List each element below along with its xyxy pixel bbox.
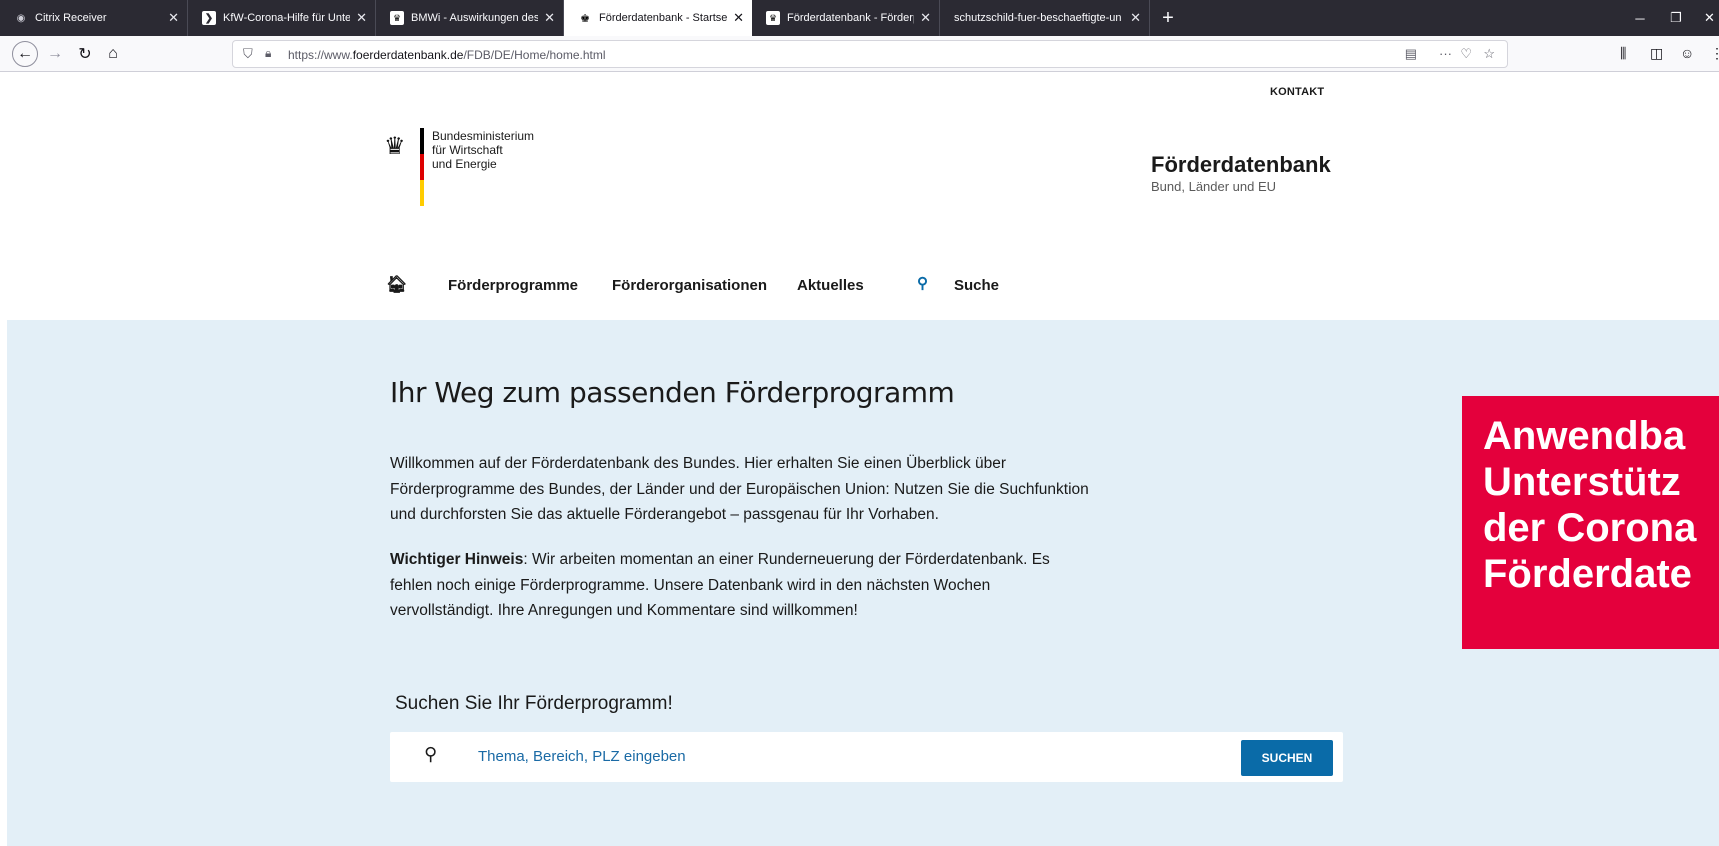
bmwi-icon: ♛: [766, 11, 780, 25]
intro-paragraph: Willkommen auf der Förderdatenbank des B…: [390, 455, 1089, 523]
flag-stripe-gold: [420, 180, 424, 206]
close-icon[interactable]: ✕: [168, 10, 179, 26]
close-window-icon[interactable]: ✕: [1700, 0, 1719, 36]
overlay-line: Förderdate: [1483, 552, 1692, 596]
nav-foerderprogramme[interactable]: Förderprogramme: [448, 277, 578, 294]
search-button[interactable]: SUCHEN: [1241, 740, 1333, 776]
nav-aktuelles[interactable]: Aktuelles: [797, 277, 864, 294]
flag-stripe-black: [420, 128, 424, 154]
browser-tab-bar: ◉ Citrix Receiver ✕ ❯ KfW-Corona-Hilfe f…: [0, 0, 1719, 36]
bmwi-icon: ♛: [390, 11, 404, 25]
kfw-icon: ❯: [202, 11, 216, 25]
restore-icon[interactable]: ❐: [1660, 0, 1692, 36]
url-bar[interactable]: ⛉ 🔒︎ https://www.foerderdatenbank.de/FDB…: [232, 40, 1508, 68]
search-icon[interactable]: ⚲: [917, 274, 928, 292]
web-page: KONTAKT ♛ Bundesministerium für Wirtscha…: [0, 73, 1719, 846]
close-icon[interactable]: ✕: [733, 10, 744, 26]
tab-title: Förderdatenbank - Förderprog: [787, 12, 914, 24]
menu-icon[interactable]: ⋮: [1710, 45, 1719, 62]
home-icon[interactable]: ⌂: [100, 41, 126, 67]
reader-view-icon[interactable]: ▤: [1405, 46, 1417, 62]
search-input[interactable]: [478, 748, 1178, 765]
bookmark-star-icon[interactable]: ☆: [1483, 46, 1495, 62]
search-icon: ⚲: [424, 744, 438, 764]
eagle-icon: ♚: [580, 12, 590, 25]
ministry-line: Bundesministerium: [432, 129, 535, 143]
overlay-line: der Corona: [1483, 506, 1697, 550]
ministry-name: Bundesministerium für Wirtschaft und Ene…: [432, 129, 534, 171]
tab-bmwi[interactable]: ♛ BMWi - Auswirkungen des Cor ✕: [376, 0, 564, 36]
overlay-text: Anwendba Unterstütz der Corona Förderdat…: [1483, 413, 1696, 597]
tab-title: Förderdatenbank - Startseite: [599, 12, 728, 24]
nav-foerderorganisationen[interactable]: Förderorganisationen: [612, 277, 767, 294]
overlay-line: Anwendba: [1483, 414, 1686, 458]
overlay-banner: Anwendba Unterstütz der Corona Förderdat…: [1462, 396, 1719, 649]
ministry-line: und Energie: [432, 157, 497, 171]
url-text[interactable]: https://www.foerderdatenbank.de/FDB/DE/H…: [288, 48, 606, 62]
search-box: ⚲ SUCHEN: [390, 732, 1343, 782]
home-icon[interactable]: 🏠︎: [386, 275, 408, 295]
back-button[interactable]: ←: [12, 41, 38, 67]
pocket-icon[interactable]: ♡: [1460, 46, 1472, 62]
tab-kfw[interactable]: ❯ KfW-Corona-Hilfe für Unterneh ✕: [188, 0, 376, 36]
tab-foerderdatenbank-startseite[interactable]: ♚ Förderdatenbank - Startseite ✕: [564, 0, 752, 36]
tab-citrix[interactable]: ◉ Citrix Receiver ✕: [0, 0, 188, 36]
eagle-icon: ♛: [384, 133, 406, 160]
ministry-line: für Wirtschaft: [432, 143, 503, 157]
close-icon[interactable]: ✕: [356, 10, 367, 26]
tab-title: KfW-Corona-Hilfe für Unterneh: [223, 12, 351, 24]
tab-title: Citrix Receiver: [35, 12, 107, 24]
account-icon[interactable]: ☺: [1680, 45, 1694, 61]
forward-button[interactable]: →: [42, 41, 68, 67]
reload-icon[interactable]: ↻: [72, 41, 98, 67]
kontakt-link[interactable]: KONTAKT: [1270, 86, 1324, 98]
new-tab-button[interactable]: +: [1150, 0, 1186, 36]
flag-bar: [420, 128, 424, 206]
tab-title: BMWi - Auswirkungen des Cor: [411, 12, 539, 24]
tab-title: schutzschild-fuer-beschaeftigte-un: [954, 12, 1122, 24]
notice-paragraph: Wichtiger Hinweis: Wir arbeiten momentan…: [390, 547, 1090, 624]
close-icon[interactable]: ✕: [544, 10, 555, 26]
hero-title: Ihr Weg zum passenden Förderprogramm: [390, 376, 955, 409]
site-title[interactable]: Förderdatenbank: [1151, 152, 1331, 178]
flag-stripe-red: [420, 154, 424, 180]
lock-icon[interactable]: 🔒︎: [265, 46, 271, 61]
search-heading: Suchen Sie Ihr Förderprogramm!: [395, 693, 673, 714]
minimize-icon[interactable]: ─: [1624, 0, 1656, 36]
notice-label: Wichtiger Hinweis: [390, 551, 524, 568]
close-icon[interactable]: ✕: [1130, 10, 1141, 26]
library-icon[interactable]: ⫼: [1620, 45, 1626, 62]
sidebar-icon[interactable]: ◫: [1650, 45, 1663, 62]
close-icon[interactable]: ✕: [920, 10, 931, 26]
site-subtitle: Bund, Länder und EU: [1151, 179, 1277, 194]
shield-icon[interactable]: ⛉: [243, 46, 253, 62]
nav-suche[interactable]: Suche: [954, 277, 999, 294]
tab-foerderdatenbank-programme[interactable]: ♛ Förderdatenbank - Förderprog ✕: [752, 0, 940, 36]
bmwi-logo[interactable]: ♛ Bundesministerium für Wirtschaft und E…: [384, 128, 584, 218]
browser-nav-bar: ← → ↻ ⌂ ⛉ 🔒︎ https://www.foerderdatenban…: [0, 36, 1719, 72]
tab-schutzschild[interactable]: schutzschild-fuer-beschaeftigte-un ✕: [940, 0, 1150, 36]
overlay-line: Unterstütz: [1483, 460, 1681, 504]
citrix-icon: ◉: [16, 12, 26, 24]
page-actions-icon[interactable]: ···: [1439, 46, 1452, 61]
